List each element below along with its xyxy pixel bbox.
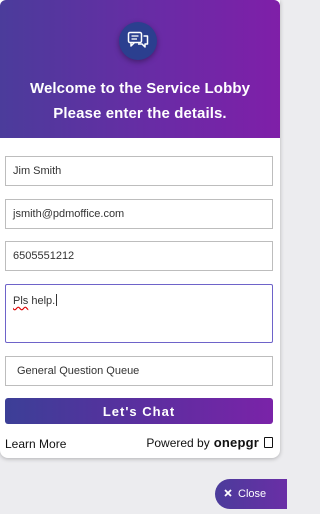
header-title: Welcome to the Service Lobby: [29, 80, 251, 97]
close-label: Close: [238, 488, 267, 500]
text-caret: [56, 294, 58, 306]
name-field[interactable]: Jim Smith: [5, 156, 273, 186]
close-x-icon: [224, 488, 232, 500]
header-subtitle: Please enter the details.: [53, 105, 227, 122]
brand-logo-icon: [264, 437, 273, 448]
widget-header: Welcome to the Service Lobby Please ente…: [0, 0, 280, 138]
close-button[interactable]: Close: [215, 479, 287, 509]
brand-logo-text: onepgr: [213, 435, 259, 450]
chat-widget: Welcome to the Service Lobby Please ente…: [0, 0, 280, 458]
message-textarea[interactable]: Pls help.: [5, 284, 273, 343]
lets-chat-button[interactable]: Let's Chat: [5, 398, 273, 424]
message-text: help.: [28, 295, 56, 307]
queue-select[interactable]: General Question Queue: [5, 356, 273, 386]
email-field[interactable]: jsmith@pdmoffice.com: [5, 199, 273, 229]
phone-field[interactable]: 6505551212: [5, 241, 273, 271]
powered-by-label: Powered by: [146, 435, 210, 450]
message-misspelled-word: Pls: [13, 295, 29, 307]
chat-bubbles-icon: [119, 22, 157, 60]
powered-by[interactable]: Powered by onepgr: [146, 435, 273, 450]
learn-more-link[interactable]: Learn More: [5, 437, 66, 451]
